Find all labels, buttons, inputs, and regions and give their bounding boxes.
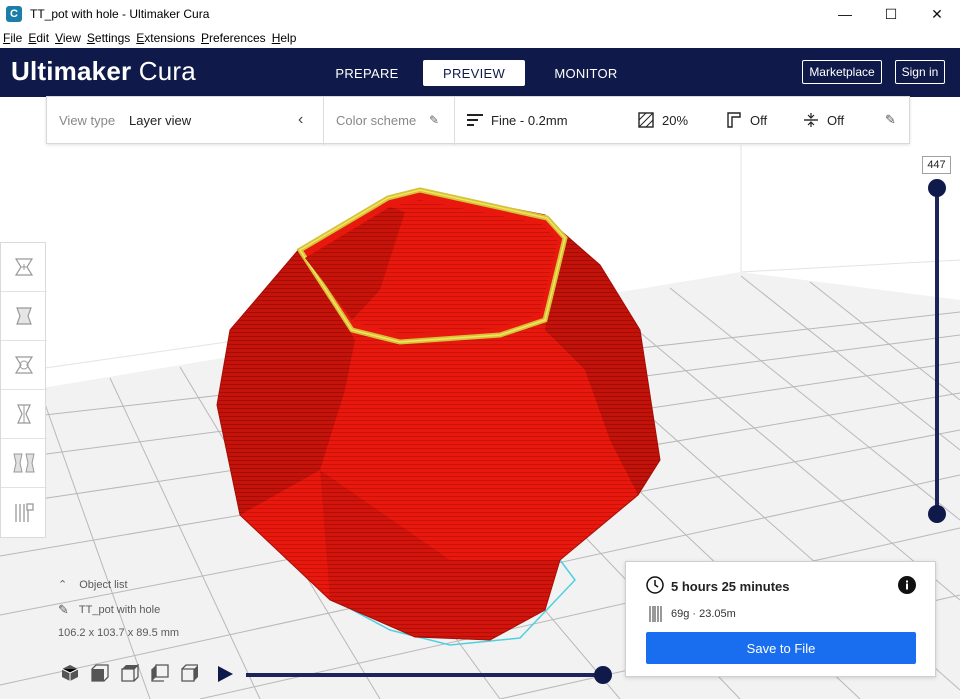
menu-preferences[interactable]: Preferences <box>198 31 269 45</box>
adhesion-value[interactable]: Off <box>827 113 844 128</box>
layer-slider-track[interactable] <box>935 188 939 514</box>
right-view-icon[interactable] <box>178 662 202 684</box>
chevron-up-icon[interactable]: ⌃ <box>58 578 67 591</box>
support-icon <box>726 112 742 128</box>
chevron-left-icon[interactable]: ‹ <box>298 111 303 129</box>
view-type-label: View type <box>59 112 116 128</box>
adhesion-icon <box>803 112 819 128</box>
tab-preview[interactable]: PREVIEW <box>423 60 525 86</box>
material-usage: 69g · 23.05m <box>671 608 736 620</box>
brand-logo: Ultimaker Cura <box>11 56 196 86</box>
menu-edit[interactable]: Edit <box>25 31 52 45</box>
layer-slider-bottom-handle[interactable] <box>928 505 946 523</box>
signin-button[interactable]: Sign in <box>895 60 945 84</box>
left-view-icon[interactable] <box>148 662 172 684</box>
clock-icon <box>646 576 664 599</box>
color-scheme-button[interactable]: Color scheme <box>336 113 416 128</box>
edit-settings-pencil-icon[interactable]: ✎ <box>885 112 896 128</box>
top-view-icon[interactable] <box>118 662 142 684</box>
save-to-file-button[interactable]: Save to File <box>646 632 916 664</box>
mirror-tool-icon[interactable] <box>1 390 47 439</box>
move-tool-icon[interactable] <box>1 243 47 292</box>
view-toolbar: View type Layer view ‹ Color scheme ✎ Fi… <box>46 96 910 145</box>
filament-spool-icon <box>648 605 664 628</box>
print-profile-icon <box>467 113 483 127</box>
scale-tool-icon[interactable] <box>1 292 47 341</box>
rotate-tool-icon[interactable] <box>1 341 47 390</box>
support-blocker-icon[interactable] <box>1 488 47 537</box>
menu-file[interactable]: File <box>0 31 25 45</box>
toolbar-divider <box>323 97 324 145</box>
support-value[interactable]: Off <box>750 113 767 128</box>
cura-app-icon: C <box>6 6 22 22</box>
print-settings-profile[interactable]: Fine - 0.2mm <box>491 113 568 128</box>
layer-slider-top-handle[interactable] <box>928 179 946 197</box>
window-titlebar: C TT_pot with hole - Ultimaker Cura — ☐ … <box>0 0 960 28</box>
window-title: TT_pot with hole - Ultimaker Cura <box>30 7 210 21</box>
info-icon[interactable] <box>898 576 916 599</box>
path-slider-handle[interactable] <box>594 666 612 684</box>
path-slider-track[interactable] <box>246 673 603 677</box>
toolbar-divider <box>454 97 455 145</box>
maximize-button[interactable]: ☐ <box>868 0 914 28</box>
infill-value[interactable]: 20% <box>662 113 688 128</box>
front-view-icon[interactable] <box>88 662 112 684</box>
window-controls: — ☐ ✕ <box>822 0 960 28</box>
per-model-settings-icon[interactable] <box>1 439 47 488</box>
object-info-panel: ⌃ Object list ✎ TT_pot with hole 106.2 x… <box>58 578 180 640</box>
3d-view-icon[interactable] <box>58 662 82 684</box>
view-type-dropdown[interactable]: Layer view <box>129 113 191 128</box>
cura-header: Ultimaker Cura PREPARE PREVIEW MONITOR M… <box>0 48 960 97</box>
menu-extensions[interactable]: Extensions <box>133 31 198 45</box>
object-list-toggle[interactable]: Object list <box>79 579 127 591</box>
tab-prepare[interactable]: PREPARE <box>328 60 406 86</box>
close-button[interactable]: ✕ <box>914 0 960 28</box>
object-name[interactable]: TT_pot with hole <box>79 604 160 616</box>
menu-view[interactable]: View <box>52 31 84 45</box>
menu-bar: File Edit View Settings Extensions Prefe… <box>0 28 960 48</box>
layer-number-input[interactable]: 447 <box>922 156 951 174</box>
tool-sidebar <box>0 242 47 538</box>
marketplace-button[interactable]: Marketplace <box>802 60 882 84</box>
camera-view-buttons <box>58 662 202 684</box>
edit-name-pencil-icon[interactable]: ✎ <box>58 602 69 618</box>
print-info-panel: 5 hours 25 minutes 69g · 23.05m Save to … <box>625 561 936 677</box>
minimize-button[interactable]: — <box>822 0 868 28</box>
tab-monitor[interactable]: MONITOR <box>544 60 628 86</box>
pencil-icon[interactable]: ✎ <box>429 113 439 127</box>
menu-settings[interactable]: Settings <box>84 31 133 45</box>
object-dimensions: 106.2 x 103.7 x 89.5 mm <box>58 627 180 639</box>
infill-icon <box>638 112 654 128</box>
menu-help[interactable]: Help <box>269 31 300 45</box>
play-icon[interactable] <box>216 665 234 688</box>
print-time: 5 hours 25 minutes <box>671 579 790 594</box>
